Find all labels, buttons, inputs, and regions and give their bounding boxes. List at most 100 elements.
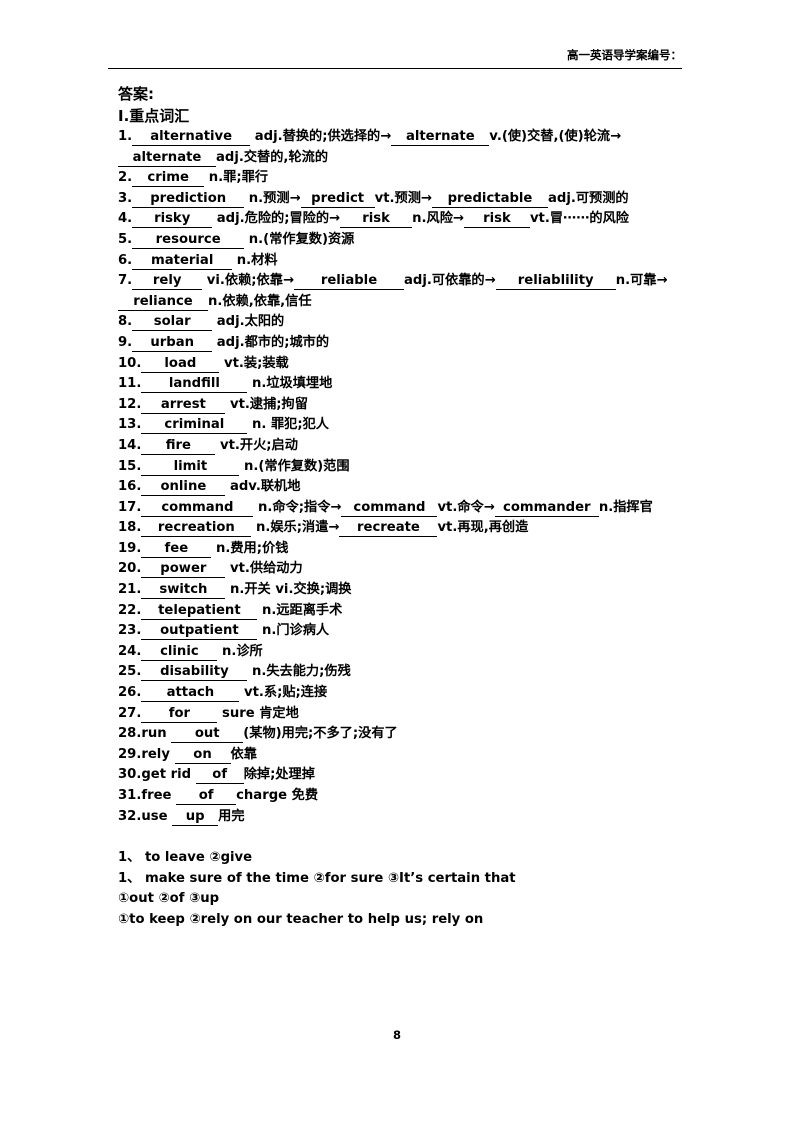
answer-blank-1[interactable]: of	[176, 787, 237, 805]
answer-blank-1[interactable]: power	[141, 560, 226, 579]
answer-blank-1[interactable]: crime	[132, 169, 205, 188]
answer-blank-3[interactable]: predictable	[431, 190, 548, 208]
exercise-answer-line: ①to keep ②rely on our teacher to help us…	[118, 912, 484, 928]
vocabulary-entry: 11. landfill n.垃圾填埋地	[118, 374, 686, 395]
vocabulary-entry: 5. resource n.(常作复数)资源	[118, 230, 686, 251]
exercise-answer-line: ①out ②of ③up	[118, 891, 220, 907]
entry-definition-1: vt.装;装载	[219, 355, 289, 371]
entry-definition-4: n.依赖,依靠,信任	[208, 293, 312, 309]
answer-blank-3[interactable]: reliablility	[495, 272, 616, 291]
answer-blank-1[interactable]: on	[174, 746, 231, 764]
answer-blank-1[interactable]: criminal	[141, 416, 248, 435]
answer-blank-1[interactable]: of	[195, 766, 244, 785]
entry-definition-3: adj.交替的,轮流的	[216, 149, 329, 165]
answer-blank-2[interactable]: command	[341, 499, 438, 517]
entry-definition-1: adj.都市的;城市的	[212, 334, 330, 350]
entry-definition-1: adj.危险的;冒险的	[212, 211, 330, 227]
answer-blank-1[interactable]: risky	[132, 210, 213, 229]
answer-blank-1[interactable]: fee	[141, 540, 212, 558]
entry-number: 26.	[118, 685, 142, 701]
answer-blank-1[interactable]: solar	[132, 313, 213, 332]
entry-definition-2: n.风险	[412, 211, 453, 227]
entry-number: 17.	[118, 499, 142, 515]
answer-blank-1[interactable]: outpatient	[141, 622, 258, 641]
entry-definition-2: vt.命令	[437, 499, 484, 515]
entry-definition-3: n.可靠	[615, 273, 657, 289]
page-number: 8	[392, 1028, 401, 1042]
entry-definition-2: adj.可依靠的	[404, 273, 485, 289]
entry-number: 24.	[118, 643, 142, 659]
answer-blank-1[interactable]: command	[141, 499, 254, 517]
vocabulary-entry: 19. fee n.费用;价钱	[118, 539, 686, 560]
phrase-number-and-stem: 32.use	[118, 808, 173, 824]
entry-definition-1: n.垃圾填埋地	[247, 376, 333, 392]
answer-blank-1[interactable]: attach	[141, 684, 240, 703]
phrase-entry: 30.get rid of 除掉;处理掉	[118, 765, 686, 786]
entry-number: 4.	[118, 211, 133, 227]
vocabulary-entry: 6. material n.材料	[118, 251, 686, 272]
answer-blank-1[interactable]: material	[132, 252, 233, 270]
answer-blank-1[interactable]: limit	[141, 458, 240, 476]
entry-number: 3.	[118, 190, 133, 206]
entry-number: 25.	[118, 664, 142, 680]
answer-blank-1[interactable]: for	[141, 705, 218, 723]
entry-definition-1: n.费用;价钱	[211, 540, 289, 556]
entry-definition-1: n.诊所	[217, 643, 263, 659]
answer-blank-3[interactable]: risk	[463, 210, 530, 229]
answer-blank-1[interactable]: online	[141, 478, 226, 497]
entry-definition-3: vt.冒⋯⋯的风险	[529, 211, 629, 227]
answer-blank-1[interactable]: telepatient	[141, 602, 258, 620]
entry-number: 23.	[118, 623, 142, 639]
arrow-icon: →	[380, 129, 392, 144]
answer-blank-1[interactable]: prediction	[132, 190, 245, 208]
answer-blank-1[interactable]: fire	[141, 437, 216, 455]
answer-blank-1[interactable]: clinic	[141, 643, 218, 661]
vocabulary-entry: 14. fire vt.开火;启动	[118, 436, 686, 457]
document-body: 答案: Ⅰ.重点词汇 1. alternative adj.替换的;供选择的→ al…	[118, 84, 686, 931]
entry-number: 10.	[118, 355, 142, 371]
entry-number: 16.	[118, 479, 142, 495]
answer-blank-1[interactable]: load	[141, 355, 220, 373]
answer-blank-1[interactable]: switch	[141, 581, 226, 600]
arrow-icon: →	[329, 211, 341, 227]
answer-blank-4[interactable]: reliance	[118, 293, 208, 311]
answer-blank-1[interactable]: urban	[132, 334, 213, 352]
vocabulary-entry: 21. switch n.开关 vi.交换;调换	[118, 580, 686, 601]
entry-number: 11.	[118, 376, 142, 392]
answer-blank-2[interactable]: alternate	[391, 128, 490, 146]
vocabulary-entry: 22. telepatient n.远距离手术	[118, 601, 686, 622]
answer-blank-1[interactable]: alternative	[132, 128, 251, 146]
section-heading-key-vocabulary: Ⅰ.重点词汇	[118, 107, 190, 125]
vocabulary-entry: 16. online adv.联机地	[118, 477, 686, 498]
answer-blank-1[interactable]: rely	[132, 272, 203, 291]
entry-definition-1: n.(常作复数)范围	[239, 458, 350, 474]
answer-blank-2[interactable]: reliable	[294, 272, 404, 291]
entry-number: 19.	[118, 540, 142, 556]
phrase-number-and-stem: 30.get rid	[118, 767, 196, 783]
entry-number: 14.	[118, 437, 142, 453]
answer-blank-2[interactable]: risk	[340, 210, 413, 229]
entry-definition-1: n.预测	[244, 190, 290, 206]
answer-blank-1[interactable]: up	[172, 808, 219, 826]
answer-blank-3[interactable]: alternate	[118, 149, 216, 167]
vocabulary-entry: 20. power vt.供给动力	[118, 559, 686, 580]
answer-blank-3[interactable]: commander	[494, 499, 599, 517]
entry-definition-3: adj.可预测的	[547, 190, 629, 206]
entry-number: 27.	[118, 705, 142, 721]
entry-definition-1: n. 罪犯;犯人	[247, 417, 329, 433]
answer-blank-1[interactable]: resource	[132, 231, 245, 249]
answer-blank-1[interactable]: out	[171, 725, 244, 744]
phrase-definition: (某物)用完;不多了;没有了	[243, 726, 398, 742]
answer-blank-1[interactable]: arrest	[141, 396, 226, 414]
vocabulary-entry: 9. urban adj.都市的;城市的	[118, 333, 686, 354]
answer-blank-2[interactable]: predict	[300, 190, 375, 208]
exercise-answer-line: 1、 to leave ②give	[118, 849, 253, 865]
vocabulary-entry: 7. rely vi.依赖;依靠→ reliable adj.可依靠的→ reliabl…	[118, 271, 686, 312]
answer-blank-1[interactable]: recreation	[141, 519, 252, 538]
phrase-list: 28.run out (某物)用完;不多了;没有了 29.rely on 依靠 30.g…	[118, 724, 686, 827]
answer-blank-2[interactable]: recreate	[339, 519, 438, 538]
entry-definition-1: n.材料	[232, 252, 278, 268]
answer-blank-1[interactable]: disability	[141, 663, 248, 682]
answer-blank-1[interactable]: landfill	[141, 375, 248, 394]
